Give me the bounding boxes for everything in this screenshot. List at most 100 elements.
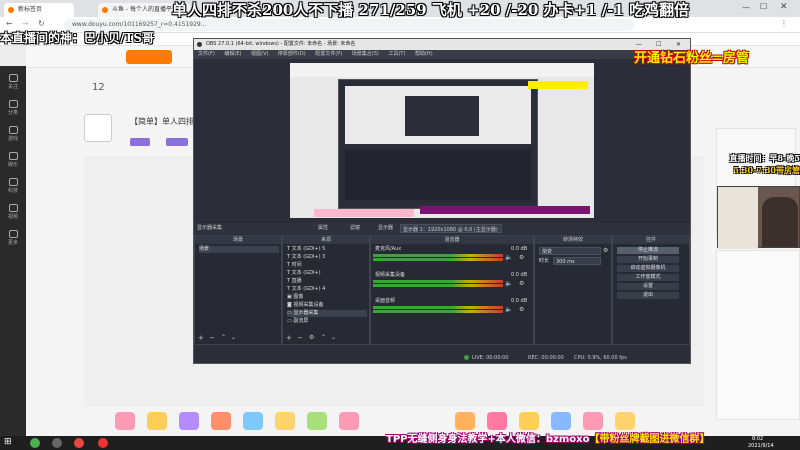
gift-item[interactable] [115, 412, 135, 430]
gift-item[interactable] [243, 412, 263, 430]
reload-icon[interactable]: ↻ [38, 19, 45, 28]
mixer-dock: 混音器 麦克风/Aux 0.0 dB 🔈 ⚙ 视频采集设备 0.0 dB 🔈 ⚙… [370, 235, 534, 345]
properties-button[interactable]: 属性 [318, 223, 328, 234]
start-recording-button[interactable]: 开始录制 [617, 256, 679, 263]
source-item-selected[interactable]: ▭ 显示器采集 [287, 310, 367, 317]
remove-scene-icon[interactable]: − [209, 334, 215, 342]
obs-preview[interactable] [290, 63, 594, 218]
source-item[interactable]: T 文本 (GDI+) [287, 270, 321, 277]
obs-maximize-icon[interactable]: ☐ [656, 39, 661, 50]
room-god-text: 本直播间的神：巴小贝/TS哥 [0, 31, 154, 45]
source-item[interactable]: ▭ 副流屏 [287, 318, 308, 325]
douyu-logo[interactable] [126, 50, 172, 64]
minimize-icon[interactable]: — [742, 3, 750, 12]
display-label: 显示器 [378, 225, 394, 231]
obs-close-icon[interactable]: ✕ [676, 39, 681, 50]
speaker-icon[interactable]: 🔈 [505, 280, 512, 287]
obs-titlebar: OBS 27.0.1 (64-bit, windows) - 配置文件: 未命名… [194, 39, 690, 50]
nav-item-game[interactable]: 游戏 [3, 124, 23, 146]
gift-item[interactable] [147, 412, 167, 430]
source-item[interactable]: T 文本 (GDI+) 3 [287, 254, 325, 261]
gift-item[interactable] [487, 412, 507, 430]
nav-item-follow[interactable]: 关注 [3, 72, 23, 94]
source-item[interactable]: T 文本 (GDI+) 5 [287, 246, 325, 253]
windows-start-icon[interactable]: ⊞ [4, 437, 12, 447]
move-down-icon[interactable]: ⌄ [231, 334, 236, 341]
scene-item[interactable]: 场景 [199, 246, 279, 253]
nav-item-tech[interactable]: 科技 [3, 176, 23, 198]
gift-item[interactable] [179, 412, 199, 430]
gift-item[interactable] [551, 412, 571, 430]
obs-logo-icon [197, 42, 202, 47]
obs-taskbar-icon[interactable] [52, 438, 62, 448]
gift-item[interactable] [339, 412, 359, 430]
source-item[interactable]: T 文本 (GDI+) 4 [287, 286, 325, 293]
source-item[interactable]: T 时间 [287, 262, 302, 269]
tpp-bracket-text: 【带粉丝牌截图进微信群】 [589, 434, 710, 445]
duration-input[interactable]: 300 ms [553, 257, 601, 265]
back-icon[interactable]: ← [6, 19, 13, 28]
taskbar-date: 2021/9/14 [748, 443, 774, 449]
taskbar-time: 8:02 [752, 436, 764, 442]
menu-icon[interactable]: ⋮ [780, 19, 788, 28]
settings-button[interactable]: 设置 [617, 283, 679, 290]
obs-window: OBS 27.0.1 (64-bit, windows) - 配置文件: 未命名… [193, 38, 691, 364]
exit-button[interactable]: 退出 [617, 292, 679, 299]
tab-newtab[interactable]: 新标签页 [4, 3, 74, 17]
display-select[interactable]: 显示器 1：1920x1080 @ 0,0 (主显示器) [400, 224, 502, 233]
virtual-camera-button[interactable]: 启动虚拟摄像机 [617, 265, 679, 272]
source-item[interactable]: ▣ 图像 [287, 294, 303, 301]
mic-icon [8, 152, 18, 160]
gift-item[interactable] [519, 412, 539, 430]
stop-streaming-button[interactable]: 停止推流 [617, 247, 679, 254]
gift-item[interactable] [275, 412, 295, 430]
tab-label: 新标签页 [18, 6, 43, 13]
app-taskbar-icon[interactable] [98, 438, 108, 448]
follow-count: 12 [92, 82, 105, 93]
diamond-fan-text: 开通钻石粉丝=房管 [634, 51, 749, 66]
gift-item[interactable] [615, 412, 635, 430]
gear-icon[interactable]: ⚙ [519, 280, 524, 287]
forward-icon[interactable]: → [22, 19, 29, 28]
move-down-icon[interactable]: ⌄ [331, 334, 336, 341]
gift-item[interactable] [211, 412, 231, 430]
speaker-icon[interactable]: 🔈 [505, 254, 512, 261]
preview-obs-recursion [338, 79, 538, 209]
nav-item-more[interactable]: 更多 [3, 228, 23, 250]
source-settings-icon[interactable]: ⚙ [309, 334, 314, 341]
transition-select[interactable]: 渐变 [539, 247, 601, 255]
nav-item-video[interactable]: 视频 [3, 202, 23, 224]
source-item[interactable]: T 直播 [287, 278, 302, 285]
preview-diamond-text [528, 81, 588, 89]
speaker-icon[interactable]: 🔈 [505, 306, 512, 313]
chrome-taskbar-icon[interactable] [30, 438, 40, 448]
gift-item[interactable] [583, 412, 603, 430]
volume-meter [373, 258, 503, 261]
mixer-header: 混音器 [371, 236, 533, 244]
add-scene-icon[interactable]: + [198, 334, 204, 342]
cpu-fps: CPU: 0.9%, 60.00 fps [574, 355, 627, 361]
gear-icon[interactable]: ⚙ [519, 254, 524, 261]
more-icon [8, 230, 18, 238]
transition-settings-icon[interactable]: ⚙ [603, 247, 608, 254]
add-source-icon[interactable]: + [286, 334, 292, 342]
move-up-icon[interactable]: ⌃ [321, 334, 326, 341]
video-icon [8, 204, 18, 212]
gear-icon[interactable]: ⚙ [519, 306, 524, 313]
studio-mode-button[interactable]: 工作室模式 [617, 274, 679, 281]
nav-item-category[interactable]: 分类 [3, 98, 23, 120]
nav-item-ent[interactable]: 娱乐 [3, 150, 23, 172]
move-up-icon[interactable]: ⌃ [221, 334, 226, 341]
source-item[interactable]: ◙ 视频采集设备 [287, 302, 323, 309]
preview-browser-chrome [290, 63, 594, 77]
gift-item[interactable] [307, 412, 327, 430]
obs-minimize-icon[interactable]: — [636, 39, 642, 50]
close-icon[interactable]: ✕ [780, 2, 788, 12]
remove-source-icon[interactable]: − [297, 334, 303, 342]
filters-button[interactable]: 滤镜 [350, 223, 360, 234]
gift-item[interactable] [455, 412, 475, 430]
streamer-avatar[interactable] [84, 114, 112, 142]
obs-menubar[interactable]: 文件(F) 编辑(E) 视图(V) 停靠部件(D) 配置文件(P) 场景集合(S… [194, 50, 690, 59]
maximize-icon[interactable]: ☐ [760, 2, 767, 11]
app-taskbar-icon[interactable] [74, 438, 84, 448]
